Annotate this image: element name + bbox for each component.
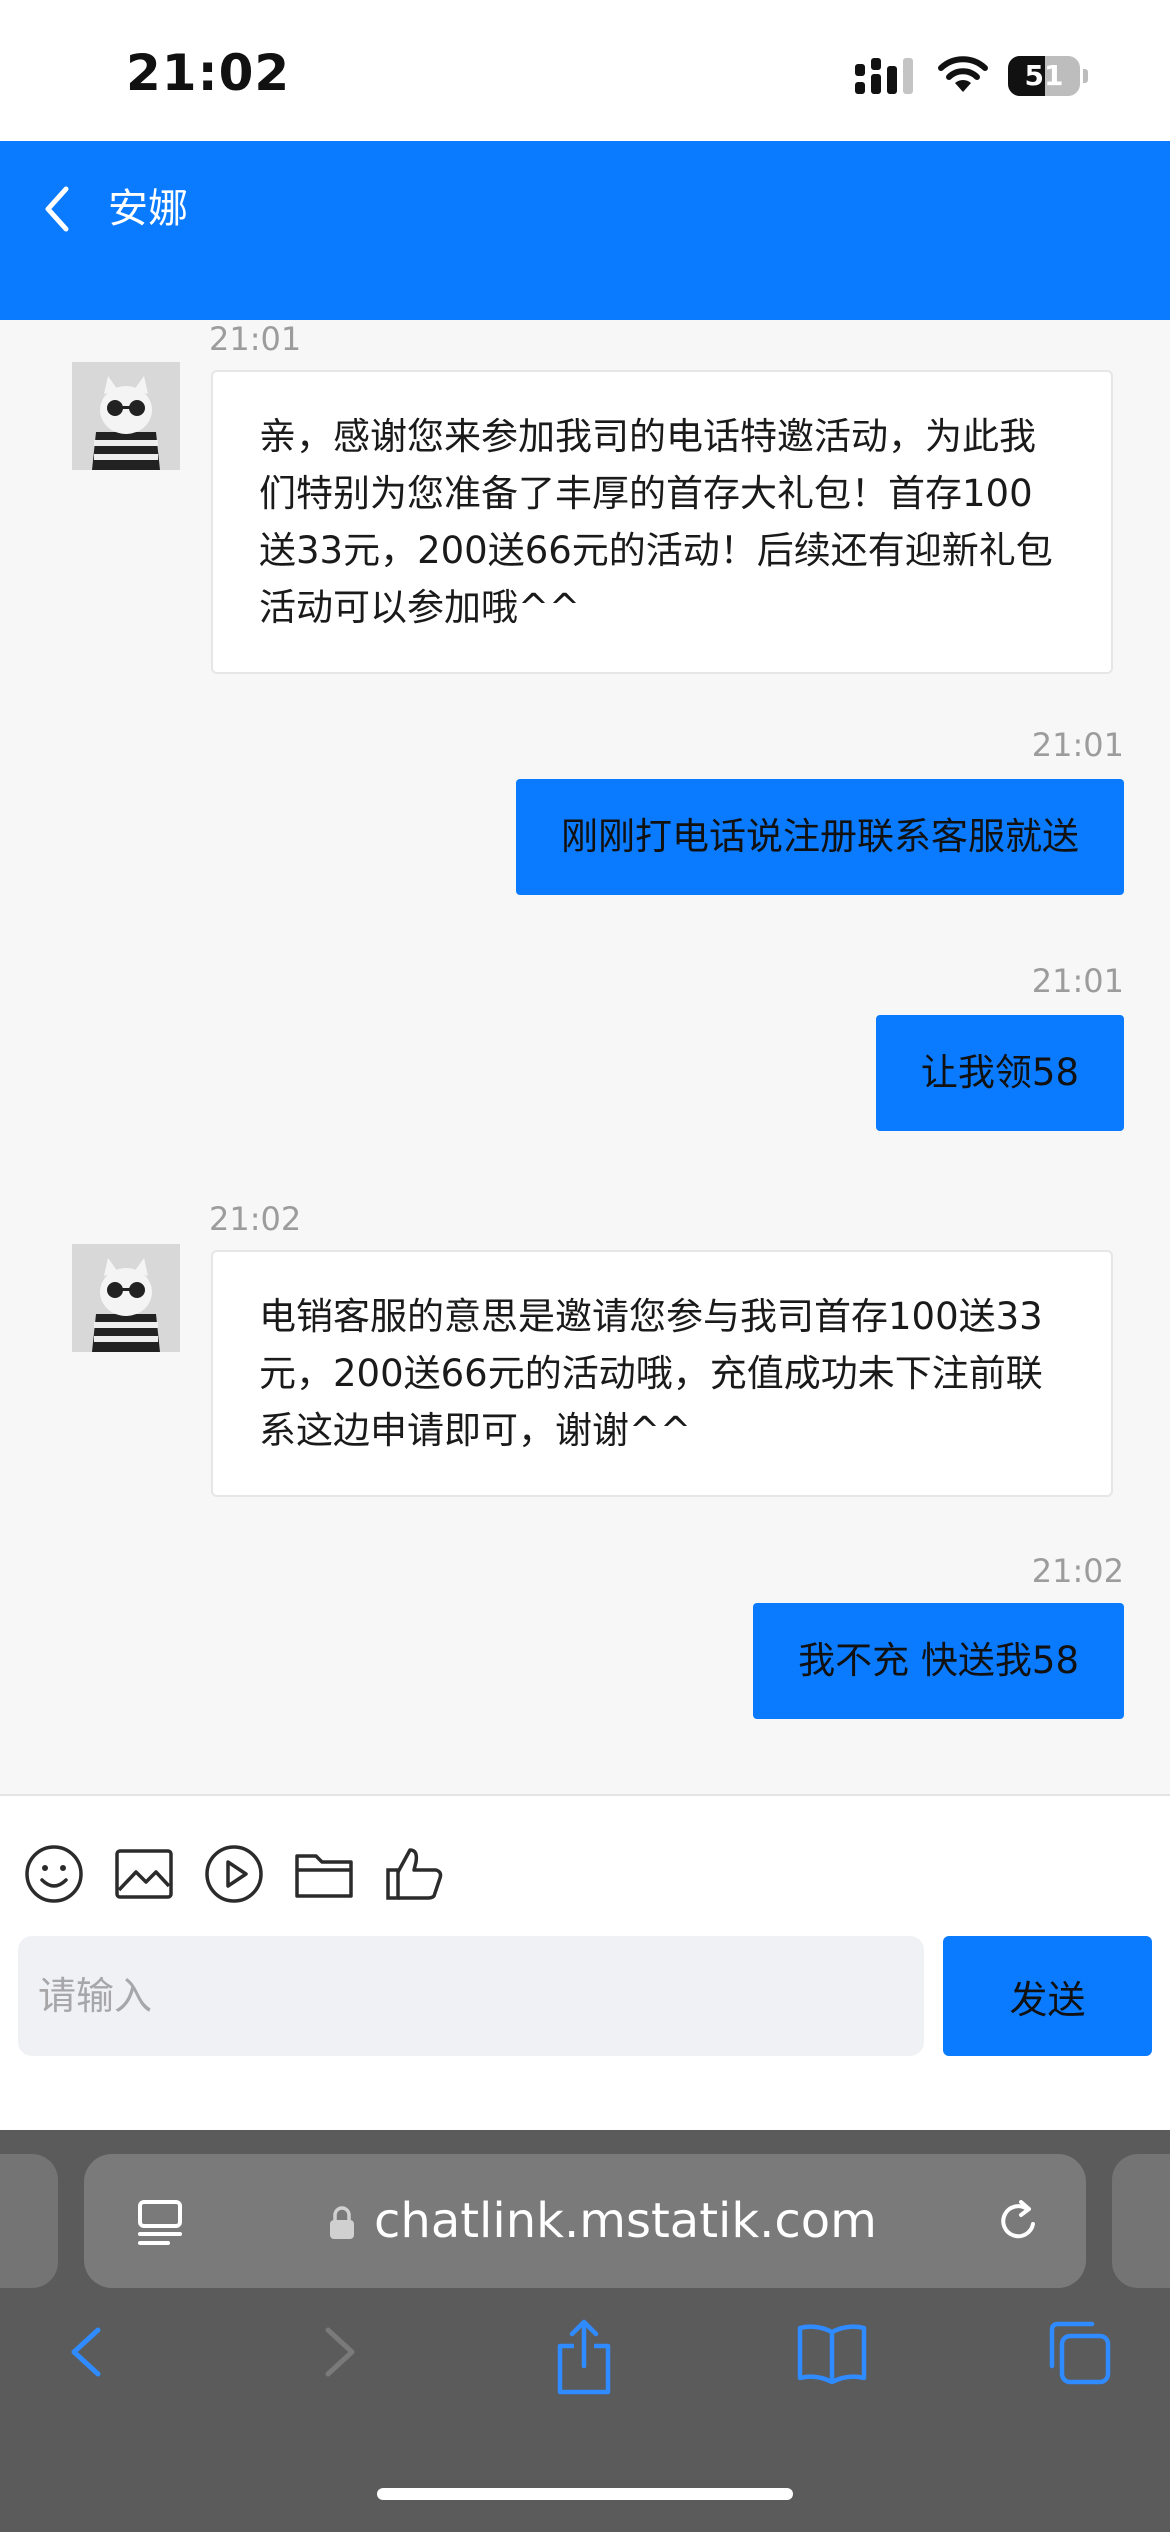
message-composer: 发送 <box>0 1794 1170 2132</box>
avatar[interactable] <box>72 1244 180 1352</box>
cellular-signal-icon <box>855 58 913 94</box>
incoming-message-bubble: 亲，感谢您来参加我司的电话特邀活动，为此我们特别为您准备了丰厚的首存大礼包！首存… <box>211 370 1113 674</box>
url-text: chatlink.mstatik.com <box>374 2193 877 2249</box>
page-menu-icon[interactable] <box>136 2198 186 2246</box>
cat-avatar-icon <box>72 1244 180 1352</box>
image-icon[interactable] <box>112 1842 176 1906</box>
status-time: 21:02 <box>126 44 291 102</box>
message-timestamp: 21:01 <box>209 320 302 358</box>
video-icon[interactable] <box>202 1842 266 1906</box>
message-list[interactable]: 21:01 亲，感谢您来参加我司的电话特邀活动，为此我们特别为您准备了丰厚的首存… <box>0 320 1170 1794</box>
send-button[interactable]: 发送 <box>943 1936 1152 2056</box>
bookmarks-icon[interactable] <box>794 2316 870 2388</box>
forward-icon[interactable] <box>314 2316 364 2388</box>
back-icon[interactable] <box>62 2316 112 2388</box>
chevron-left-icon[interactable] <box>36 179 80 239</box>
browser-chrome: chatlink.mstatik.com <box>0 2130 1170 2532</box>
message-timestamp: 21:02 <box>209 1200 302 1238</box>
thumbs-up-icon[interactable] <box>382 1842 446 1906</box>
wifi-icon <box>938 56 988 92</box>
chat-header: 安娜 <box>0 141 1170 320</box>
address-bar[interactable]: chatlink.mstatik.com <box>84 2154 1086 2288</box>
message-timestamp: 21:01 <box>1031 726 1124 764</box>
message-timestamp: 21:02 <box>1031 1552 1124 1590</box>
message-timestamp: 21:01 <box>1031 962 1124 1000</box>
chat-title: 安娜 <box>108 186 188 232</box>
incoming-message-bubble: 电销客服的意思是邀请您参与我司首存100送33元，200送66元的活动哦，充值成… <box>211 1250 1113 1497</box>
tabs-icon[interactable] <box>1044 2316 1116 2388</box>
battery-percent: 51 <box>1024 59 1064 92</box>
message-input[interactable] <box>18 1936 924 2056</box>
next-tab-preview[interactable] <box>1112 2154 1170 2288</box>
emoji-icon[interactable] <box>22 1842 86 1906</box>
battery-icon: 51 <box>1008 56 1088 96</box>
avatar[interactable] <box>72 362 180 470</box>
cat-avatar-icon <box>72 362 180 470</box>
status-bar: 21:02 51 <box>0 0 1170 141</box>
reload-icon[interactable] <box>994 2196 1044 2246</box>
previous-tab-preview[interactable] <box>0 2154 58 2288</box>
outgoing-message-bubble: 刚刚打电话说注册联系客服就送 <box>516 779 1124 895</box>
outgoing-message-bubble: 让我领58 <box>875 1015 1124 1131</box>
home-indicator <box>377 2488 793 2500</box>
lock-icon <box>330 2206 354 2239</box>
folder-icon[interactable] <box>292 1842 356 1906</box>
share-icon[interactable] <box>552 2316 616 2396</box>
outgoing-message-bubble: 我不充 快送我58 <box>753 1603 1124 1719</box>
